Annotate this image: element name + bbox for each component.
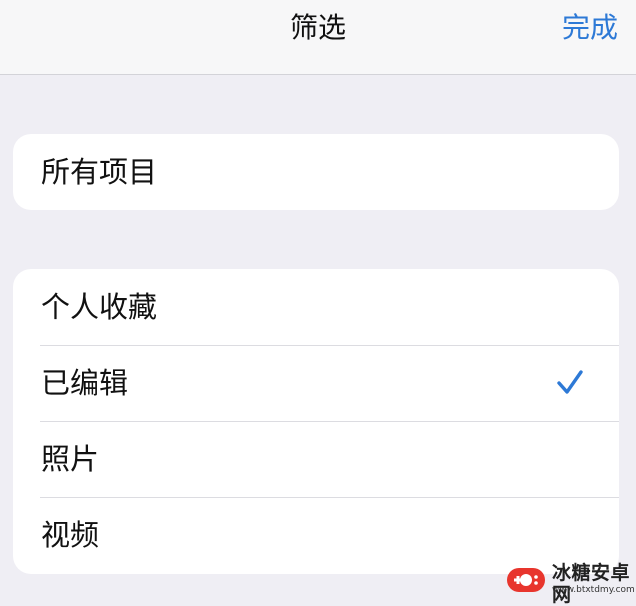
filter-options-group: 个人收藏 已编辑 照片 视频	[13, 269, 619, 574]
page-title: 筛选	[289, 11, 346, 44]
filter-row-photos[interactable]: 照片	[13, 421, 619, 497]
watermark-name: 冰糖安卓网	[552, 562, 631, 606]
filter-row-label: 照片	[41, 442, 100, 476]
filter-row-label: 视频	[41, 518, 100, 552]
watermark-url: www.btxtdmy.com	[552, 585, 635, 595]
all-items-group: 所有项目	[13, 134, 619, 210]
check-icon	[557, 370, 583, 394]
filter-row-label: 所有项目	[41, 155, 158, 189]
done-button[interactable]: 完成	[562, 8, 618, 48]
navigation-bar: 筛选 完成	[0, 0, 636, 75]
filter-row-edited[interactable]: 已编辑	[13, 345, 619, 421]
filter-row-label: 已编辑	[41, 366, 129, 400]
filter-row-favorites[interactable]: 个人收藏	[13, 269, 619, 345]
filter-row-label: 个人收藏	[41, 290, 158, 324]
gamepad-logo-icon	[507, 568, 545, 592]
filter-row-all-items[interactable]: 所有项目	[13, 134, 619, 210]
watermark: 冰糖安卓网 www.btxtdmy.com	[500, 560, 636, 606]
